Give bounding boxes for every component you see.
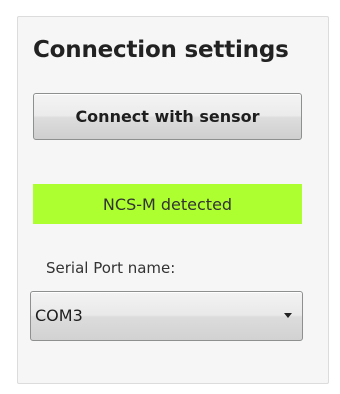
connection-settings-panel: Connection settings Connect with sensor … bbox=[17, 16, 329, 384]
serial-port-selected-value: COM3 bbox=[35, 306, 83, 325]
connect-with-sensor-button[interactable]: Connect with sensor bbox=[33, 93, 302, 140]
panel-title: Connection settings bbox=[33, 37, 289, 63]
sensor-status-indicator: NCS-M detected bbox=[33, 184, 302, 224]
serial-port-label: Serial Port name: bbox=[46, 259, 176, 277]
chevron-down-icon bbox=[284, 313, 292, 318]
serial-port-dropdown[interactable]: COM3 bbox=[30, 291, 303, 341]
